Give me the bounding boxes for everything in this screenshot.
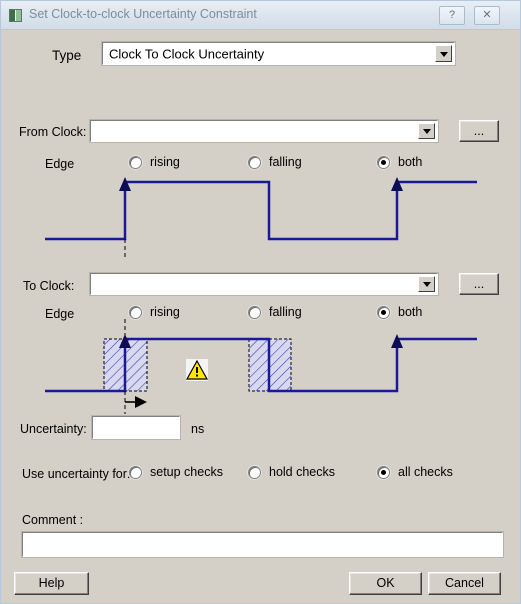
use-for-radio-all[interactable]: all checks [377, 465, 453, 479]
use-for-radio-hold[interactable]: hold checks [248, 465, 335, 479]
comment-label: Comment : [22, 513, 84, 527]
radio-indicator[interactable] [377, 305, 390, 319]
to-clock-waveform [1, 319, 520, 414]
from-edge-radio-rising[interactable]: rising [129, 155, 180, 169]
app-icon [9, 9, 22, 22]
titlebar-close-button[interactable]: ✕ [474, 6, 500, 25]
to-clock-combobox[interactable] [89, 272, 439, 296]
radio-indicator[interactable] [377, 155, 390, 169]
help-button[interactable]: Help [14, 572, 89, 595]
from-clock-combobox[interactable] [89, 119, 439, 143]
title-bar: Set Clock-to-clock Uncertainty Constrain… [1, 1, 520, 30]
chevron-down-icon[interactable] [418, 123, 435, 139]
radio-indicator[interactable] [248, 155, 261, 169]
uncertainty-label: Uncertainty: [20, 422, 87, 436]
from-clock-browse-button[interactable]: ... [459, 120, 499, 142]
use-for-all-label: all checks [398, 465, 453, 479]
uncertainty-unit-label: ns [191, 422, 205, 436]
to-clock-browse-button[interactable]: ... [459, 273, 499, 295]
to-edge-radio-both[interactable]: both [377, 305, 422, 319]
radio-indicator[interactable] [129, 465, 142, 479]
from-clock-label: From Clock: [19, 125, 87, 139]
radio-indicator[interactable] [129, 305, 142, 319]
titlebar-help-button[interactable]: ? [439, 6, 465, 25]
from-edge-rising-label: rising [150, 155, 180, 169]
dialog-window: Set Clock-to-clock Uncertainty Constrain… [0, 0, 521, 604]
radio-indicator[interactable] [248, 465, 261, 479]
comment-input[interactable] [21, 531, 504, 558]
to-edge-falling-label: falling [269, 305, 302, 319]
from-edge-radio-falling[interactable]: falling [248, 155, 302, 169]
radio-indicator[interactable] [248, 305, 261, 319]
window-title: Set Clock-to-clock Uncertainty Constrain… [29, 7, 257, 21]
radio-indicator[interactable] [129, 155, 142, 169]
chevron-down-icon[interactable] [418, 276, 435, 292]
use-uncertainty-label: Use uncertainty for: [22, 467, 131, 481]
to-clock-label: To Clock: [23, 279, 75, 293]
radio-indicator[interactable] [377, 465, 390, 479]
use-for-setup-label: setup checks [150, 465, 223, 479]
warning-triangle-icon [186, 359, 208, 381]
to-edge-rising-label: rising [150, 305, 180, 319]
to-edge-both-label: both [398, 305, 423, 319]
use-for-hold-label: hold checks [269, 465, 336, 479]
to-edge-radio-falling[interactable]: falling [248, 305, 302, 319]
cancel-button[interactable]: Cancel [428, 572, 501, 595]
from-edge-radio-both[interactable]: both [377, 155, 422, 169]
chevron-down-icon[interactable] [435, 45, 452, 62]
from-clock-waveform [1, 169, 520, 259]
use-for-radio-setup[interactable]: setup checks [129, 465, 223, 479]
ok-button[interactable]: OK [349, 572, 422, 595]
uncertainty-input[interactable] [91, 415, 181, 440]
from-edge-falling-label: falling [269, 155, 302, 169]
type-label: Type [52, 48, 82, 63]
type-combobox[interactable]: Clock To Clock Uncertainty [101, 41, 456, 66]
type-combobox-value: Clock To Clock Uncertainty [109, 46, 265, 61]
to-edge-radio-rising[interactable]: rising [129, 305, 180, 319]
from-edge-both-label: both [398, 155, 423, 169]
